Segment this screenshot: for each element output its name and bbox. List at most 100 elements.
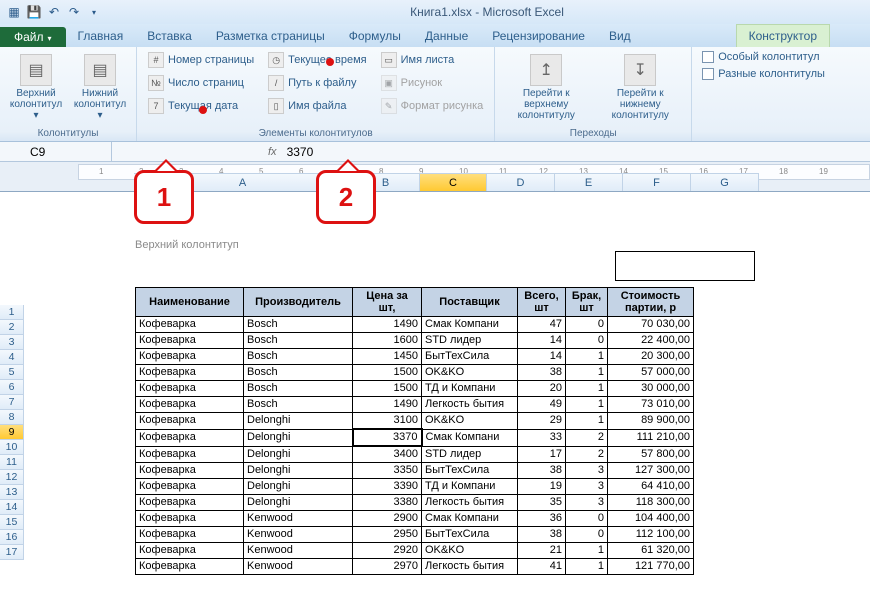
- cell[interactable]: 127 300,00: [608, 463, 694, 479]
- table-row[interactable]: КофеваркаDelonghi3370Смак Компани332111 …: [136, 429, 694, 446]
- save-icon[interactable]: 💾: [25, 3, 43, 21]
- cell[interactable]: 57 000,00: [608, 365, 694, 381]
- bottom-footer-button[interactable]: ▤ Нижний колонтитул ▾: [70, 49, 130, 126]
- current-time-button[interactable]: ◷Текущее время: [263, 49, 371, 71]
- cell[interactable]: Кофеварка: [136, 413, 244, 430]
- undo-icon[interactable]: ↶: [45, 3, 63, 21]
- table-row[interactable]: КофеваркаBosch1500OK&KO38157 000,00: [136, 365, 694, 381]
- row-header[interactable]: 4: [0, 350, 24, 365]
- cell[interactable]: Легкость бытия: [422, 559, 518, 575]
- cell[interactable]: Кофеварка: [136, 333, 244, 349]
- tab-formulas[interactable]: Формулы: [337, 25, 413, 47]
- table-row[interactable]: КофеваркаDelonghi3100OK&KO29189 900,00: [136, 413, 694, 430]
- cell[interactable]: STD лидер: [422, 446, 518, 463]
- cell[interactable]: 3: [566, 463, 608, 479]
- cell[interactable]: 61 320,00: [608, 543, 694, 559]
- cell[interactable]: 49: [518, 397, 566, 413]
- cell[interactable]: Delonghi: [244, 413, 353, 430]
- cell[interactable]: 1: [566, 381, 608, 397]
- cell[interactable]: Kenwood: [244, 527, 353, 543]
- cell[interactable]: 3370: [353, 429, 422, 446]
- cell[interactable]: Kenwood: [244, 511, 353, 527]
- table-row[interactable]: КофеваркаBosch1490Легкость бытия49173 01…: [136, 397, 694, 413]
- cell[interactable]: 38: [518, 365, 566, 381]
- table-header[interactable]: Поставщик: [422, 288, 518, 317]
- tab-file[interactable]: Файл: [0, 27, 66, 47]
- cell[interactable]: 1490: [353, 397, 422, 413]
- cell[interactable]: 35: [518, 495, 566, 511]
- cell[interactable]: Кофеварка: [136, 365, 244, 381]
- table-row[interactable]: КофеваркаDelonghi3400STD лидер17257 800,…: [136, 446, 694, 463]
- cell[interactable]: 38: [518, 463, 566, 479]
- cell[interactable]: Delonghi: [244, 495, 353, 511]
- tab-page-layout[interactable]: Разметка страницы: [204, 25, 337, 47]
- excel-icon[interactable]: ▦: [5, 3, 23, 21]
- row-header[interactable]: 11: [0, 455, 24, 470]
- col-header-d[interactable]: D: [487, 173, 555, 191]
- cell[interactable]: 64 410,00: [608, 479, 694, 495]
- table-row[interactable]: КофеваркаKenwood2970Легкость бытия411121…: [136, 559, 694, 575]
- cell[interactable]: 1: [566, 559, 608, 575]
- cell[interactable]: Delonghi: [244, 463, 353, 479]
- cell[interactable]: 17: [518, 446, 566, 463]
- special-header-checkbox[interactable]: Особый колонтитул: [698, 49, 829, 65]
- row-header[interactable]: 7: [0, 395, 24, 410]
- cell[interactable]: 19: [518, 479, 566, 495]
- header-center-box[interactable]: [615, 251, 755, 281]
- cell[interactable]: Кофеварка: [136, 527, 244, 543]
- row-header[interactable]: 16: [0, 530, 24, 545]
- col-header-f[interactable]: F: [623, 173, 691, 191]
- cell[interactable]: Кофеварка: [136, 559, 244, 575]
- cell[interactable]: 73 010,00: [608, 397, 694, 413]
- table-header[interactable]: Всего, шт: [518, 288, 566, 317]
- cell[interactable]: БытТехСила: [422, 463, 518, 479]
- table-row[interactable]: КофеваркаKenwood2920OK&KO21161 320,00: [136, 543, 694, 559]
- cell[interactable]: Кофеварка: [136, 429, 244, 446]
- row-header[interactable]: 2: [0, 320, 24, 335]
- cell[interactable]: 0: [566, 333, 608, 349]
- cell[interactable]: 36: [518, 511, 566, 527]
- sheet-name-button[interactable]: ▭Имя листа: [376, 49, 489, 71]
- cell[interactable]: 70 030,00: [608, 317, 694, 333]
- table-header[interactable]: Производитель: [244, 288, 353, 317]
- row-header[interactable]: 3: [0, 335, 24, 350]
- picture-button[interactable]: ▣Рисунок: [376, 72, 489, 94]
- cell[interactable]: БытТехСила: [422, 527, 518, 543]
- row-header[interactable]: 15: [0, 515, 24, 530]
- fx-icon[interactable]: fx: [262, 146, 283, 158]
- cell[interactable]: 1: [566, 413, 608, 430]
- cell[interactable]: 1: [566, 365, 608, 381]
- row-header[interactable]: 14: [0, 500, 24, 515]
- cell[interactable]: 57 800,00: [608, 446, 694, 463]
- tab-review[interactable]: Рецензирование: [480, 25, 597, 47]
- cell[interactable]: 0: [566, 511, 608, 527]
- cell[interactable]: 118 300,00: [608, 495, 694, 511]
- qat-more-icon[interactable]: ▾: [85, 3, 103, 21]
- file-name-button[interactable]: ▯Имя файла: [263, 95, 371, 117]
- diff-odd-even-checkbox[interactable]: Разные колонтитулы: [698, 66, 829, 82]
- cell[interactable]: 41: [518, 559, 566, 575]
- cell[interactable]: Кофеварка: [136, 463, 244, 479]
- cell[interactable]: Bosch: [244, 365, 353, 381]
- cell[interactable]: 3400: [353, 446, 422, 463]
- cell[interactable]: 3380: [353, 495, 422, 511]
- tab-designer[interactable]: Конструктор: [736, 24, 830, 47]
- tab-home[interactable]: Главная: [66, 25, 136, 47]
- row-header[interactable]: 8: [0, 410, 24, 425]
- col-header-e[interactable]: E: [555, 173, 623, 191]
- tab-insert[interactable]: Вставка: [135, 25, 204, 47]
- cell[interactable]: 1500: [353, 381, 422, 397]
- cell[interactable]: 3: [566, 495, 608, 511]
- tab-view[interactable]: Вид: [597, 25, 643, 47]
- cell[interactable]: 22 400,00: [608, 333, 694, 349]
- cell[interactable]: 121 770,00: [608, 559, 694, 575]
- cell[interactable]: Bosch: [244, 333, 353, 349]
- col-header-g[interactable]: G: [691, 173, 759, 191]
- cell[interactable]: Delonghi: [244, 446, 353, 463]
- cell[interactable]: 14: [518, 333, 566, 349]
- page-count-button[interactable]: №Число страниц: [143, 72, 259, 94]
- cell[interactable]: Delonghi: [244, 429, 353, 446]
- table-row[interactable]: КофеваркаKenwood2950БытТехСила380112 100…: [136, 527, 694, 543]
- cell[interactable]: Легкость бытия: [422, 397, 518, 413]
- cell[interactable]: OK&KO: [422, 413, 518, 430]
